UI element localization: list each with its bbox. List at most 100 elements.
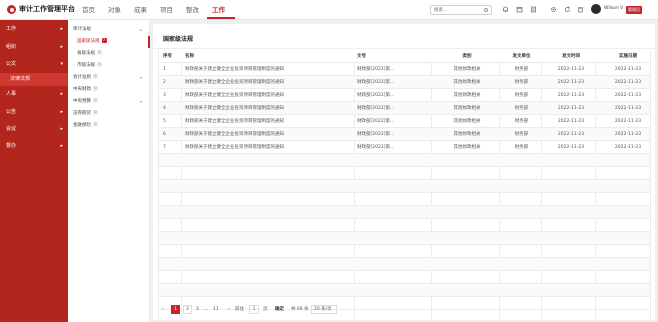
page-ellipsis[interactable]: ... — [204, 305, 208, 314]
table-row[interactable]: 1 财政部关于建立健全企业投资项目管理制度的通知 财政部[2022]第... 其他财政… — [159, 63, 650, 76]
chevron-right-icon: ▸ — [60, 26, 63, 32]
table-row[interactable] — [159, 284, 650, 297]
table-row[interactable] — [159, 271, 650, 284]
table-cell: 1 — [163, 67, 166, 72]
table-cell — [504, 219, 539, 232]
table-cell: 其他财政相关 — [453, 119, 481, 124]
table-cell: 财政部[2022]第... — [357, 93, 395, 98]
table-cell — [357, 193, 429, 206]
chevron-right-icon: ▸ — [60, 91, 63, 97]
sidebar-item-personnel[interactable]: 人事 ▸ — [0, 87, 68, 101]
table-cell — [443, 219, 491, 232]
search-input[interactable] — [434, 7, 482, 14]
document-icon[interactable] — [530, 6, 537, 13]
divider — [153, 48, 655, 49]
table-cell — [608, 284, 648, 297]
confirm-button[interactable]: 确定 — [275, 305, 284, 314]
table-cell — [357, 154, 429, 167]
table-cell — [163, 219, 181, 232]
table-cell: 财政部[2022]第... — [357, 67, 395, 72]
table-cell — [185, 271, 353, 284]
table-row[interactable]: 5 财政部关于建立健全企业投资项目管理制度的通知 财政部[2022]第... 其他财政… — [159, 115, 650, 128]
search-icon[interactable] — [484, 8, 488, 12]
table-header: 序号 名称 文号 类别 发文单位 发文时间 实施日期 — [159, 50, 650, 63]
table-row[interactable] — [159, 232, 650, 245]
table-cell: 2022-11-23 — [557, 132, 585, 137]
tree-node-audit-laws[interactable]: 审计法规 — [73, 26, 91, 34]
table-cell — [608, 206, 648, 219]
app-title: 审计工作管理平台 — [19, 5, 75, 13]
nav-home[interactable]: 首页 — [82, 5, 95, 15]
sidebar-item-supervision[interactable]: 督办 ▸ — [0, 139, 68, 153]
table-row[interactable] — [159, 167, 650, 180]
table-row[interactable] — [159, 180, 650, 193]
nav-rectify[interactable]: 整改 — [186, 5, 199, 15]
table-row[interactable]: 6 财政部关于建立健全企业投资项目管理制度的通知 财政部[2022]第... 其他财政… — [159, 128, 650, 141]
avatar[interactable] — [591, 4, 601, 14]
table-cell — [549, 219, 593, 232]
tree-node-national[interactable]: 国家级法规 7 — [77, 38, 107, 46]
table-cell — [185, 154, 353, 167]
page-button-2[interactable]: 2 — [183, 305, 192, 314]
gear-icon[interactable] — [550, 6, 557, 13]
table-cell: 财政部关于建立健全企业投资项目管理制度的通知 — [185, 119, 284, 124]
sidebar-subitem-laws[interactable]: 法律法规 — [0, 73, 68, 86]
sidebar-item-announcements[interactable]: 公告 ▸ — [0, 105, 68, 119]
tree-node-accounting[interactable]: 会计准则 0 — [73, 74, 98, 82]
table-row[interactable] — [159, 154, 650, 167]
table-cell: 财政部关于建立健全企业投资项目管理制度的通知 — [185, 145, 284, 150]
sidebar-item-work[interactable]: 工作 ▸ — [0, 22, 68, 36]
tree-node-finance-insurance[interactable]: 金融保险 0 — [73, 122, 98, 130]
count-badge: 0 — [97, 62, 102, 67]
tree-node-municipal[interactable]: 市级法规 0 — [77, 62, 102, 70]
table-cell: 2022-11-23 — [614, 106, 642, 111]
table-row[interactable] — [159, 219, 650, 232]
calendar-icon[interactable] — [516, 6, 523, 13]
bell-icon[interactable] — [502, 6, 509, 13]
goto-page-input[interactable]: 1 — [249, 305, 259, 314]
page-button-3[interactable]: 3 — [196, 305, 199, 314]
table-row[interactable] — [159, 245, 650, 258]
table-cell: 财政部关于建立健全企业投资项目管理制度的通知 — [185, 93, 284, 98]
table-cell — [185, 193, 353, 206]
search-box[interactable] — [430, 5, 492, 15]
next-page-button[interactable]: › — [228, 305, 230, 314]
table-row[interactable]: 3 财政部关于建立健全企业投资项目管理制度的通知 财政部[2022]第... 其他财政… — [159, 89, 650, 102]
tree-node-securities[interactable]: 证券期货 0 — [73, 110, 98, 118]
chevron-down-icon[interactable]: ▾ — [140, 75, 142, 80]
sidebar-item-meetings[interactable]: 会议 ▸ — [0, 122, 68, 136]
tree-node-provincial[interactable]: 省级法规 0 — [77, 50, 102, 58]
tree-node-central-budget[interactable]: 中央预算 0 — [73, 98, 98, 106]
table-cell: 2022-11-23 — [614, 132, 642, 137]
table-cell — [608, 167, 648, 180]
table-cell — [504, 245, 539, 258]
table-cell: 其他财政相关 — [453, 93, 481, 98]
sidebar-item-documents[interactable]: 公文 ▾ — [0, 57, 68, 71]
refresh-icon[interactable] — [564, 6, 571, 13]
tree-node-central-finance[interactable]: 中央财政 0 — [73, 86, 98, 94]
chevron-up-icon[interactable]: ▴ — [140, 27, 142, 32]
table-row[interactable] — [159, 193, 650, 206]
trash-icon[interactable] — [577, 6, 584, 13]
nav-work[interactable]: 工作 — [212, 5, 225, 15]
nav-active-indicator — [207, 17, 235, 19]
prev-page-button[interactable]: ‹ — [162, 305, 164, 314]
table-row[interactable]: 7 财政部关于建立健全企业投资项目管理制度的通知 财政部[2022]第... 其他财政… — [159, 141, 650, 154]
table-cell: 其他财政相关 — [453, 80, 481, 85]
nav-projects[interactable]: 项目 — [160, 5, 173, 15]
nav-objects[interactable]: 对象 — [108, 5, 121, 15]
page-size-select[interactable]: 20 条/页 — [311, 305, 337, 314]
table-row[interactable]: 2 财政部关于建立健全企业投资项目管理制度的通知 财政部[2022]第... 其他财政… — [159, 76, 650, 89]
table-row[interactable]: 4 财政部关于建立健全企业投资项目管理制度的通知 财政部[2022]第... 其他财政… — [159, 102, 650, 115]
table-row[interactable] — [159, 206, 650, 219]
page-button-1[interactable]: 1 — [171, 305, 180, 314]
table-cell — [443, 167, 491, 180]
chevron-down-icon[interactable]: ▾ — [140, 99, 142, 104]
username[interactable]: Wilson V — [604, 6, 623, 11]
nav-results[interactable]: 成果 — [134, 5, 147, 15]
table-row[interactable] — [159, 258, 650, 271]
table-cell — [608, 219, 648, 232]
page-button-11[interactable]: 11 — [213, 305, 219, 314]
sidebar-item-organization[interactable]: 组织 ▸ — [0, 40, 68, 54]
count-badge: 7 — [101, 38, 107, 43]
